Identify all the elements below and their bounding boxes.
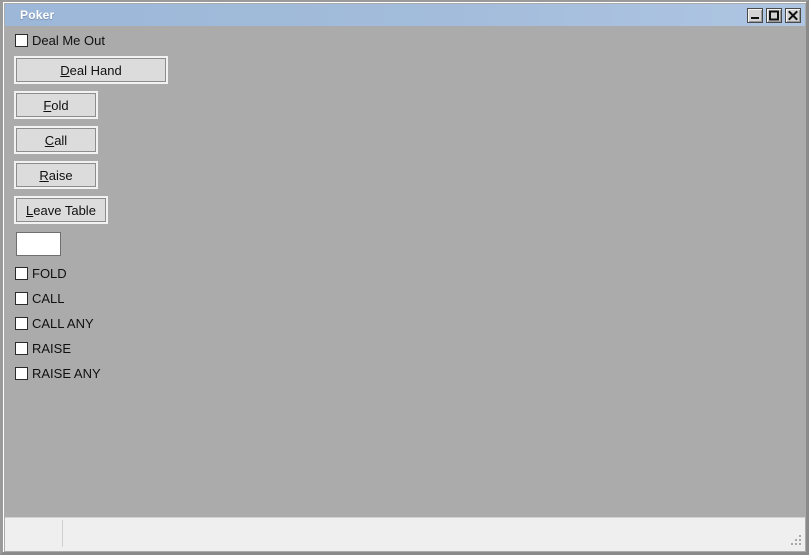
call-button-label: Call [44, 132, 68, 148]
checkbox-raise[interactable]: RAISE [15, 342, 71, 355]
checkbox-box-fold[interactable] [15, 267, 28, 280]
checkbox-label-fold: FOLD [32, 266, 67, 281]
title-bar[interactable]: Poker [5, 4, 805, 26]
checkbox-box-call-any[interactable] [15, 317, 28, 330]
checkbox-deal-me-out[interactable]: Deal Me Out [15, 34, 105, 47]
checkbox-label-raise-any: RAISE ANY [32, 366, 101, 381]
close-button[interactable] [785, 7, 801, 23]
checkbox-box-call[interactable] [15, 292, 28, 305]
minimize-button[interactable] [747, 7, 763, 23]
checkbox-label-deal-me-out: Deal Me Out [32, 33, 105, 48]
checkbox-call[interactable]: CALL [15, 292, 65, 305]
status-bar-right-cell [63, 522, 785, 547]
window-title: Poker [20, 8, 55, 22]
checkbox-call-any[interactable]: CALL ANY [15, 317, 94, 330]
window-controls [747, 7, 801, 23]
fold-button-label: Fold [43, 97, 69, 113]
client-area: Deal Me Out Deal Hand Fold Call Raise Le… [5, 26, 805, 517]
window-inner-frame: Poker Deal Me Out Deal Hand Fold Call Ra… [3, 2, 806, 552]
maximize-button[interactable] [766, 7, 782, 23]
checkbox-label-call-any: CALL ANY [32, 316, 94, 331]
fold-button[interactable]: Fold [16, 93, 96, 117]
deal-hand-button-label: Deal Hand [60, 62, 122, 78]
call-button[interactable]: Call [16, 128, 96, 152]
checkbox-label-raise: RAISE [32, 341, 72, 356]
raise-button-label: Raise [39, 167, 73, 183]
checkbox-fold[interactable]: FOLD [15, 267, 67, 280]
bet-amount-input[interactable] [16, 232, 61, 256]
raise-button[interactable]: Raise [16, 163, 96, 187]
leave-table-button[interactable]: Leave Table [16, 198, 106, 222]
checkbox-raise-any[interactable]: RAISE ANY [15, 367, 101, 380]
poker-window: Poker Deal Me Out Deal Hand Fold Call Ra… [0, 0, 809, 555]
resize-grip-icon[interactable] [789, 535, 802, 548]
status-bar-left-cell [7, 522, 67, 547]
deal-hand-button[interactable]: Deal Hand [16, 58, 166, 82]
checkbox-box-deal-me-out[interactable] [15, 34, 28, 47]
checkbox-box-raise[interactable] [15, 342, 28, 355]
leave-table-button-label: Leave Table [26, 202, 96, 218]
status-bar [5, 517, 805, 551]
checkbox-box-raise-any[interactable] [15, 367, 28, 380]
checkbox-label-call: CALL [32, 291, 65, 306]
